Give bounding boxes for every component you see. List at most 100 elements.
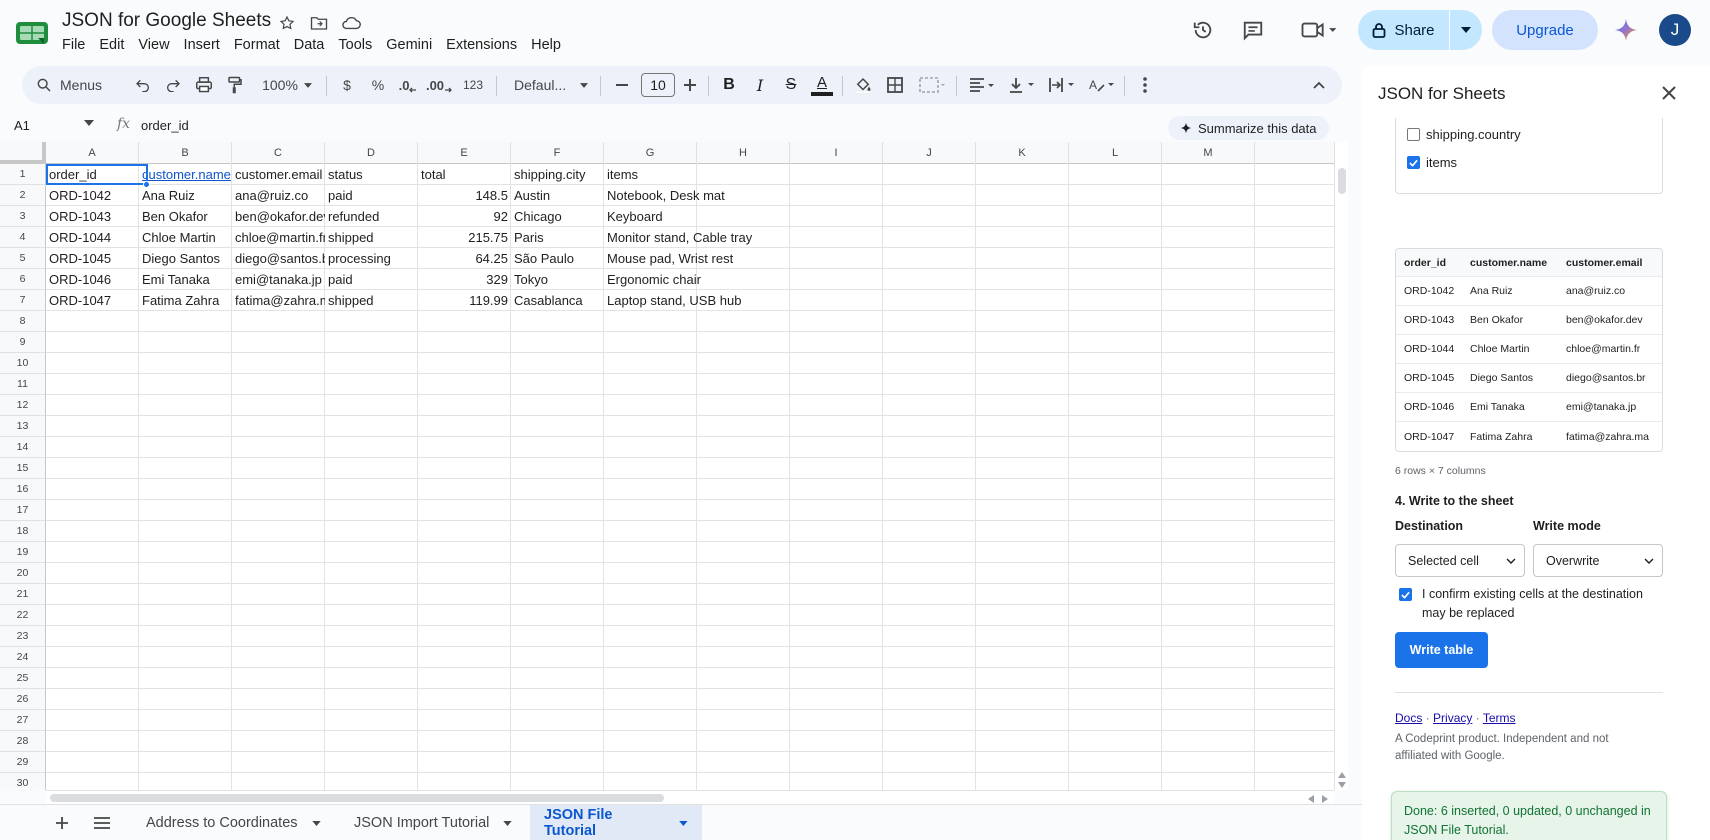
field-checkbox-checked[interactable] — [1407, 156, 1420, 169]
data-cell[interactable]: ORD-1044 — [46, 227, 139, 248]
data-cell[interactable]: Ergonomic chair — [604, 269, 701, 290]
column-header-l[interactable]: L — [1069, 142, 1162, 164]
scroll-down-icon[interactable] — [1338, 782, 1346, 788]
sheets-logo-icon[interactable] — [16, 20, 48, 46]
column-header-b[interactable]: B — [139, 142, 232, 164]
font-select[interactable]: Defaul... — [506, 66, 592, 104]
column-header-c[interactable]: C — [232, 142, 325, 164]
scroll-left-icon[interactable] — [1308, 795, 1314, 803]
data-cell[interactable]: shipped — [325, 290, 418, 311]
add-sheet-icon[interactable] — [44, 805, 80, 840]
row-header[interactable]: 27 — [0, 710, 46, 731]
row-header[interactable]: 16 — [0, 479, 46, 500]
header-cell[interactable]: status — [325, 164, 418, 185]
star-icon[interactable] — [276, 12, 298, 34]
fill-color-icon[interactable] — [850, 66, 876, 104]
header-cell[interactable]: customer.email — [232, 164, 325, 185]
data-cell[interactable]: ORD-1042 — [46, 185, 139, 206]
fill-handle[interactable] — [143, 181, 150, 188]
cloud-saved-icon[interactable] — [340, 12, 362, 34]
data-cell[interactable]: Chicago — [511, 206, 604, 227]
row-header[interactable]: 19 — [0, 542, 46, 563]
avatar[interactable]: J — [1659, 14, 1691, 46]
menu-view[interactable]: View — [138, 37, 177, 53]
currency-format-button[interactable]: $ — [334, 66, 360, 104]
data-cell[interactable]: processing — [325, 248, 418, 269]
field-row-items[interactable]: items — [1407, 155, 1457, 170]
menu-tools[interactable]: Tools — [338, 37, 380, 53]
data-cell[interactable]: emi@tanaka.jp — [232, 269, 325, 290]
row-header[interactable]: 22 — [0, 605, 46, 626]
data-cell[interactable]: 329 — [418, 269, 511, 290]
zoom-select[interactable]: 100% — [256, 66, 318, 104]
decrease-decimal-button[interactable]: .0 — [394, 66, 422, 104]
row-header[interactable]: 4 — [0, 227, 46, 248]
more-options-icon[interactable] — [1132, 66, 1158, 104]
column-header-g[interactable]: G — [604, 142, 697, 164]
menu-file[interactable]: File — [62, 37, 93, 53]
merge-cells-icon[interactable] — [914, 66, 950, 104]
sheet-tab-json-import-tutorial[interactable]: JSON Import Tutorial — [340, 805, 526, 840]
chevron-down-icon[interactable] — [503, 820, 513, 826]
data-cell[interactable]: Tokyo — [511, 269, 604, 290]
menu-data[interactable]: Data — [294, 37, 333, 53]
decrease-font-size-icon[interactable] — [610, 66, 634, 104]
confirm-overwrite[interactable]: I confirm existing cells at the destinat… — [1399, 585, 1661, 623]
scroll-right-icon[interactable] — [1322, 795, 1328, 803]
row-header[interactable]: 15 — [0, 458, 46, 479]
data-cell[interactable]: ORD-1043 — [46, 206, 139, 227]
row-header[interactable]: 6 — [0, 269, 46, 290]
row-header[interactable]: 11 — [0, 374, 46, 395]
meet-icon[interactable] — [1295, 12, 1343, 48]
row-header[interactable]: 10 — [0, 353, 46, 374]
select-all-corner[interactable] — [0, 142, 46, 164]
header-cell[interactable]: total — [418, 164, 511, 185]
formula-input[interactable]: order_id — [141, 118, 189, 133]
data-cell[interactable]: Monitor stand, Cable tray — [604, 227, 752, 248]
menu-insert[interactable]: Insert — [184, 37, 228, 53]
column-header-d[interactable]: D — [325, 142, 418, 164]
increase-decimal-button[interactable]: .00 — [424, 66, 454, 104]
share-menu-chevron-down-icon[interactable] — [1450, 27, 1482, 33]
column-header-i[interactable]: I — [790, 142, 883, 164]
field-checkbox[interactable] — [1407, 128, 1420, 141]
row-header[interactable]: 13 — [0, 416, 46, 437]
version-history-icon[interactable] — [1185, 12, 1221, 48]
data-cell[interactable]: 148.5 — [418, 185, 511, 206]
row-header[interactable]: 12 — [0, 395, 46, 416]
column-header-e[interactable]: E — [418, 142, 511, 164]
privacy-link[interactable]: Privacy — [1433, 711, 1472, 725]
row-header[interactable]: 5 — [0, 248, 46, 269]
row-header[interactable]: 23 — [0, 626, 46, 647]
data-cell[interactable]: Ben Okafor — [139, 206, 232, 227]
data-cell[interactable]: ORD-1045 — [46, 248, 139, 269]
share-button[interactable]: Share — [1358, 10, 1482, 50]
data-cell[interactable]: Keyboard — [604, 206, 697, 227]
data-cell[interactable]: 92 — [418, 206, 511, 227]
data-cell[interactable]: Laptop stand, USB hub — [604, 290, 741, 311]
borders-icon[interactable] — [882, 66, 908, 104]
confirm-checkbox[interactable] — [1399, 588, 1412, 601]
menu-edit[interactable]: Edit — [99, 37, 132, 53]
header-cell[interactable]: customer.name — [139, 164, 232, 185]
field-list[interactable]: shipping.country items — [1395, 118, 1663, 194]
close-icon[interactable] — [1658, 82, 1680, 104]
column-header-j[interactable]: J — [883, 142, 976, 164]
vertical-scrollbar[interactable] — [1334, 142, 1348, 790]
data-cell[interactable]: Notebook, Desk mat — [604, 185, 725, 206]
data-cell[interactable]: 64.25 — [418, 248, 511, 269]
data-cell[interactable]: paid — [325, 185, 418, 206]
data-cell[interactable]: Chloe Martin — [139, 227, 232, 248]
data-cell[interactable]: ben@okafor.dev — [232, 206, 325, 227]
data-cell[interactable]: São Paulo — [511, 248, 604, 269]
sheet-tab-address-to-coordinates[interactable]: Address to Coordinates — [132, 805, 335, 840]
print-icon[interactable] — [191, 66, 217, 104]
data-cell[interactable]: Paris — [511, 227, 604, 248]
row-header[interactable]: 8 — [0, 311, 46, 332]
field-row-shipping-country[interactable]: shipping.country — [1407, 127, 1521, 142]
column-header-h[interactable]: H — [697, 142, 790, 164]
scroll-up-icon[interactable] — [1338, 772, 1346, 778]
document-title[interactable]: JSON for Google Sheets — [62, 10, 271, 32]
row-header[interactable]: 26 — [0, 689, 46, 710]
comments-icon[interactable] — [1235, 12, 1271, 48]
